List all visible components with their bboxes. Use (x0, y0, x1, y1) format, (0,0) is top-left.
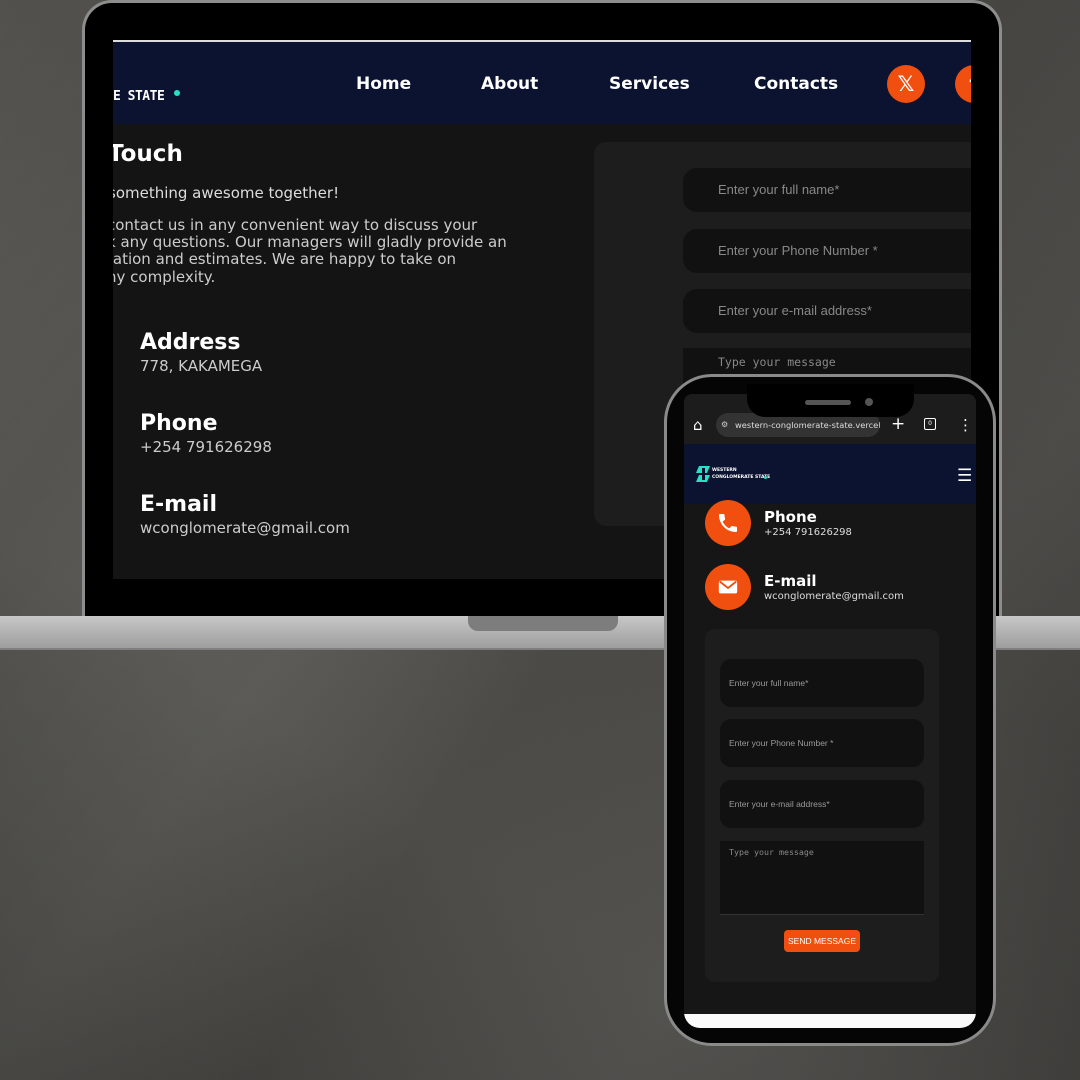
tabs-count-icon[interactable]: 0 (924, 418, 936, 430)
address-value: 778, KAKAMEGA (140, 357, 263, 375)
section-tagline: something awesome together! (113, 184, 340, 202)
email-input[interactable]: Enter your e-mail address* (683, 289, 971, 333)
email-title: E-mail (140, 492, 218, 517)
navbar: E STATE Home About Services Contacts 𝕏 f (113, 42, 971, 124)
section-description: contact us in any convenient way to disc… (113, 216, 507, 286)
brand-logo-icon[interactable] (696, 466, 710, 482)
description-line: contact us in any convenient way to disc… (113, 216, 478, 234)
site-settings-icon[interactable]: ⚙ (721, 413, 728, 437)
mobile-message-textarea[interactable]: Type your message (720, 841, 924, 915)
nav-services[interactable]: Services (609, 74, 690, 94)
x-icon[interactable]: 𝕏 (887, 65, 925, 103)
brand-name-line1: WESTERN (712, 468, 737, 473)
new-tab-icon[interactable]: + (891, 414, 905, 434)
facebook-icon[interactable]: f (955, 65, 971, 103)
speaker-grille (805, 400, 851, 405)
phone-screen: ⌂ ⚙ western-conglomerate-state.vercel.ap… (684, 394, 976, 1028)
phone-number-input[interactable]: Enter your Phone Number * (683, 229, 971, 273)
url-text: western-conglomerate-state.vercel.app/ (735, 420, 880, 430)
email-value: wconglomerate@gmail.com (140, 519, 350, 537)
mobile-navbar: WESTERN CONGLOMERATE STATE ☰ (684, 444, 976, 504)
laptop-notch (468, 616, 618, 631)
description-line: k any questions. Our managers will gladl… (113, 233, 507, 252)
description-line: tation and estimates. We are happy to ta… (113, 250, 457, 269)
mobile-email-input[interactable]: Enter your e-mail address* (720, 780, 924, 828)
full-name-input[interactable]: Enter your full name* (683, 168, 971, 212)
mobile-phone-title: Phone (764, 508, 817, 526)
address-title: Address (140, 330, 241, 355)
phone-icon (705, 500, 751, 546)
brand-dot (174, 90, 180, 96)
mail-icon (705, 564, 751, 610)
menu-dots-icon[interactable]: ⋮ (958, 416, 973, 434)
front-camera (865, 398, 873, 406)
phone-value: +254 791626298 (140, 438, 272, 456)
phone-title: Phone (140, 411, 218, 436)
mobile-email-value: wconglomerate@gmail.com (764, 591, 904, 602)
nav-home[interactable]: Home (356, 74, 411, 94)
mobile-phone-number-input[interactable]: Enter your Phone Number * (720, 719, 924, 767)
mobile-full-name-input[interactable]: Enter your full name* (720, 659, 924, 707)
hamburger-menu-icon[interactable]: ☰ (957, 466, 972, 486)
mobile-email-title: E-mail (764, 572, 817, 590)
send-message-button[interactable]: SEND MESSAGE (784, 930, 860, 952)
description-line: ny complexity. (113, 267, 216, 286)
mobile-phone-value: +254 791626298 (764, 527, 852, 538)
section-title: Touch (113, 141, 183, 167)
nav-contacts[interactable]: Contacts (754, 74, 838, 94)
brand-dot (764, 476, 767, 479)
nav-about[interactable]: About (481, 74, 538, 94)
home-icon[interactable]: ⌂ (693, 416, 703, 434)
system-nav-bar (684, 1014, 976, 1028)
brand-name-line2: CONGLOMERATE STATE (712, 475, 771, 480)
brand-logo-text[interactable]: E STATE (113, 89, 165, 104)
